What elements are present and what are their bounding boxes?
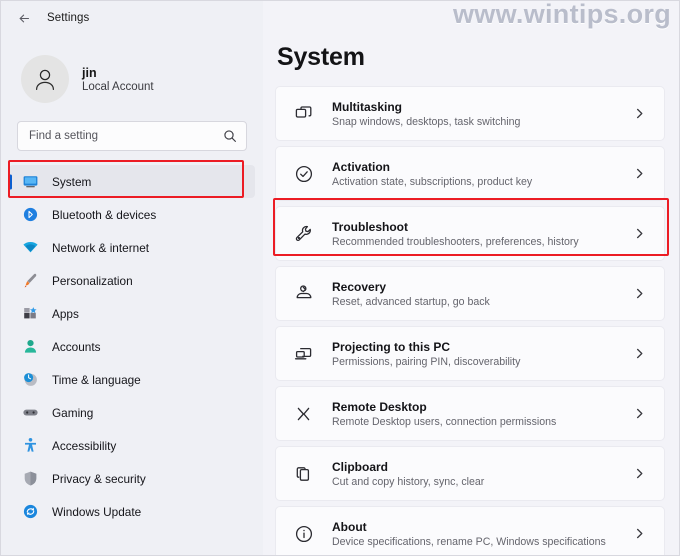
sidebar-item-label: Windows Update xyxy=(52,505,141,519)
sidebar-item-label: Personalization xyxy=(52,274,133,288)
chevron-right-icon[interactable] xyxy=(633,107,650,120)
settings-card-recovery[interactable]: Recovery Reset, advanced startup, go bac… xyxy=(275,266,665,321)
card-subtitle: Cut and copy history, sync, clear xyxy=(332,476,616,488)
chevron-right-icon[interactable] xyxy=(633,167,650,180)
sidebar-item-label: Network & internet xyxy=(52,241,149,255)
sidebar-item-system[interactable]: System xyxy=(9,165,255,198)
card-title: Activation xyxy=(332,160,616,174)
chevron-right-icon[interactable] xyxy=(633,347,650,360)
sidebar-item-label: System xyxy=(52,175,91,189)
card-subtitle: Permissions, pairing PIN, discoverabilit… xyxy=(332,356,616,368)
settings-card-about[interactable]: About Device specifications, rename PC, … xyxy=(275,506,665,555)
checkmark-circle-icon xyxy=(293,163,315,185)
settings-card-multitasking[interactable]: Multitasking Snap windows, desktops, tas… xyxy=(275,86,665,141)
search-box[interactable] xyxy=(17,121,247,151)
title-bar: Settings xyxy=(1,1,263,35)
remote-desktop-icon xyxy=(293,403,315,425)
shield-icon xyxy=(22,470,39,487)
card-title: About xyxy=(332,520,616,534)
sidebar-item-apps[interactable]: Apps xyxy=(9,297,255,330)
sidebar-item-personalization[interactable]: Personalization xyxy=(9,264,255,297)
sidebar-item-label: Apps xyxy=(52,307,79,321)
clock-globe-icon xyxy=(22,371,39,388)
projecting-icon xyxy=(293,343,315,365)
account-type: Local Account xyxy=(82,81,154,93)
monitor-icon xyxy=(22,173,39,190)
search-area xyxy=(1,109,263,151)
settings-card-clipboard[interactable]: Clipboard Cut and copy history, sync, cl… xyxy=(275,446,665,501)
wifi-icon xyxy=(22,239,39,256)
card-subtitle: Recommended troubleshooters, preferences… xyxy=(332,236,616,248)
chevron-right-icon[interactable] xyxy=(633,407,650,420)
accessibility-person-icon xyxy=(22,437,39,454)
sidebar-item-time-language[interactable]: Time & language xyxy=(9,363,255,396)
sidebar-item-network-internet[interactable]: Network & internet xyxy=(9,231,255,264)
sidebar-item-label: Time & language xyxy=(52,373,141,387)
search-icon[interactable] xyxy=(223,129,237,143)
settings-card-troubleshoot[interactable]: Troubleshoot Recommended troubleshooters… xyxy=(275,206,665,261)
clipboard-icon xyxy=(293,463,315,485)
page-title: System xyxy=(275,1,665,86)
sidebar-item-accessibility[interactable]: Accessibility xyxy=(9,429,255,462)
sidebar-item-privacy-security[interactable]: Privacy & security xyxy=(9,462,255,495)
card-title: Projecting to this PC xyxy=(332,340,616,354)
card-subtitle: Reset, advanced startup, go back xyxy=(332,296,616,308)
gamepad-icon xyxy=(22,404,39,421)
bluetooth-icon xyxy=(22,206,39,223)
sidebar: Settings jin Local Account xyxy=(1,1,263,555)
settings-card-projecting[interactable]: Projecting to this PC Permissions, pairi… xyxy=(275,326,665,381)
info-circle-icon xyxy=(293,523,315,545)
sidebar-item-gaming[interactable]: Gaming xyxy=(9,396,255,429)
sidebar-item-windows-update[interactable]: Windows Update xyxy=(9,495,255,528)
avatar xyxy=(21,55,69,103)
sidebar-nav: System Bluetooth & devices xyxy=(1,151,263,528)
card-subtitle: Remote Desktop users, connection permiss… xyxy=(332,416,616,428)
chevron-right-icon[interactable] xyxy=(633,467,650,480)
update-refresh-icon xyxy=(22,503,39,520)
settings-window: Settings jin Local Account xyxy=(0,0,680,556)
sidebar-item-accounts[interactable]: Accounts xyxy=(9,330,255,363)
app-title: Settings xyxy=(47,12,89,24)
person-icon xyxy=(22,338,39,355)
card-title: Recovery xyxy=(332,280,616,294)
search-input[interactable] xyxy=(29,130,223,142)
recovery-icon xyxy=(293,283,315,305)
card-title: Remote Desktop xyxy=(332,400,616,414)
card-title: Multitasking xyxy=(332,100,616,114)
sidebar-item-label: Accessibility xyxy=(52,439,116,453)
account-block[interactable]: jin Local Account xyxy=(1,35,263,109)
card-title: Clipboard xyxy=(332,460,616,474)
sidebar-item-label: Gaming xyxy=(52,406,93,420)
sidebar-item-bluetooth-devices[interactable]: Bluetooth & devices xyxy=(9,198,255,231)
paintbrush-icon xyxy=(22,272,39,289)
multitasking-windows-icon xyxy=(293,103,315,125)
card-title: Troubleshoot xyxy=(332,220,616,234)
back-arrow-icon[interactable] xyxy=(15,9,33,27)
main-content: System Multitasking Snap windows, deskto… xyxy=(263,1,679,555)
sidebar-item-label: Accounts xyxy=(52,340,101,354)
settings-card-list: Multitasking Snap windows, desktops, tas… xyxy=(275,86,665,555)
account-name: jin xyxy=(82,66,154,80)
apps-grid-icon xyxy=(22,305,39,322)
chevron-right-icon[interactable] xyxy=(633,227,650,240)
settings-card-activation[interactable]: Activation Activation state, subscriptio… xyxy=(275,146,665,201)
chevron-right-icon[interactable] xyxy=(633,527,650,540)
settings-card-remote-desktop[interactable]: Remote Desktop Remote Desktop users, con… xyxy=(275,386,665,441)
sidebar-item-label: Privacy & security xyxy=(52,472,146,486)
card-subtitle: Device specifications, rename PC, Window… xyxy=(332,536,616,548)
wrench-icon xyxy=(293,223,315,245)
chevron-right-icon[interactable] xyxy=(633,287,650,300)
card-subtitle: Snap windows, desktops, task switching xyxy=(332,116,616,128)
card-subtitle: Activation state, subscriptions, product… xyxy=(332,176,616,188)
sidebar-item-label: Bluetooth & devices xyxy=(52,208,156,222)
